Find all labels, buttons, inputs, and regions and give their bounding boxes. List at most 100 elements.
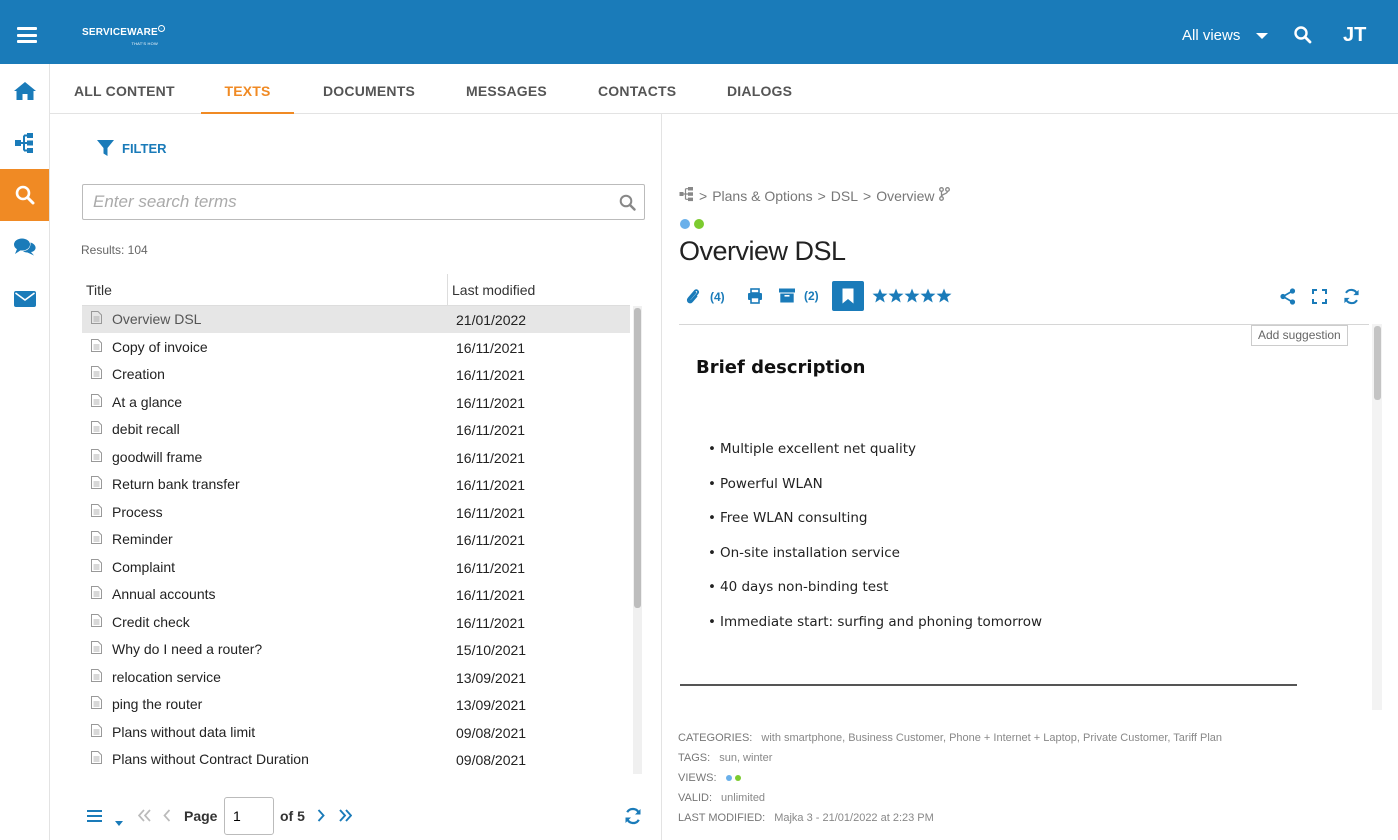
meta-key: VIEWS: xyxy=(678,772,717,784)
refresh-icon[interactable] xyxy=(1343,288,1360,305)
breadcrumb-item[interactable]: Plans & Options xyxy=(712,188,812,204)
search-submit-icon[interactable] xyxy=(619,194,636,216)
table-row[interactable]: ping the router 13/09/2021 xyxy=(82,691,630,718)
row-title: Why do I need a router? xyxy=(112,641,263,657)
logo[interactable]: SERVICEWARE THAT'S HOW · xyxy=(82,25,165,49)
menu-icon[interactable] xyxy=(17,27,37,43)
row-title: debit recall xyxy=(112,421,180,437)
tab-messages[interactable]: MESSAGES xyxy=(466,64,547,114)
table-row[interactable]: Credit check 16/11/2021 xyxy=(82,609,630,636)
row-date: 16/11/2021 xyxy=(456,504,526,521)
star-icon[interactable] xyxy=(888,288,904,303)
archive-button[interactable]: (2) xyxy=(779,288,819,303)
branch-icon[interactable] xyxy=(938,187,950,204)
previous-page-icon[interactable] xyxy=(163,809,171,825)
results-count: Results: 104 xyxy=(81,243,148,257)
tab-documents[interactable]: DOCUMENTS xyxy=(323,64,415,114)
document-metadata: CATEGORIES: with smartphone, Business Cu… xyxy=(678,728,1222,828)
views-selector[interactable]: All views xyxy=(1182,27,1240,44)
paperclip-icon xyxy=(686,289,699,304)
content-scrollbar[interactable] xyxy=(1372,324,1382,710)
table-row[interactable]: Creation 16/11/2021 xyxy=(82,361,630,388)
tab-contacts[interactable]: CONTACTS xyxy=(598,64,676,114)
row-title: Reminder xyxy=(112,531,173,547)
next-page-icon[interactable] xyxy=(317,809,325,825)
star-icon[interactable] xyxy=(936,288,952,303)
view-indicators xyxy=(680,219,708,229)
row-date: 16/11/2021 xyxy=(456,339,526,356)
first-page-icon[interactable] xyxy=(137,809,152,825)
view-dot xyxy=(680,219,690,229)
search-input[interactable] xyxy=(93,191,613,213)
table-row[interactable]: Return bank transfer 16/11/2021 xyxy=(82,471,630,498)
star-icon[interactable] xyxy=(920,288,936,303)
table-row[interactable]: Annual accounts 16/11/2021 xyxy=(82,581,630,608)
column-header-last-modified[interactable]: Last modified xyxy=(447,274,535,306)
nav-home[interactable] xyxy=(0,65,49,117)
breadcrumb-item[interactable]: Overview xyxy=(876,188,934,204)
list-item: Powerful WLAN xyxy=(708,476,1042,511)
search-field xyxy=(82,184,645,220)
table-row[interactable]: Reminder 16/11/2021 xyxy=(82,526,630,553)
table-row[interactable]: debit recall 16/11/2021 xyxy=(82,416,630,443)
fullscreen-icon[interactable] xyxy=(1312,289,1327,304)
nav-search[interactable] xyxy=(0,169,49,221)
breadcrumb-separator: > xyxy=(817,187,826,204)
row-date: 16/11/2021 xyxy=(456,367,526,383)
row-date: 16/11/2021 xyxy=(456,449,526,466)
document-icon xyxy=(91,613,102,630)
add-suggestion-button[interactable]: Add suggestion xyxy=(1251,325,1348,346)
chevron-down-icon[interactable] xyxy=(1256,33,1268,39)
row-title: goodwill frame xyxy=(112,448,203,465)
scrollbar-thumb[interactable] xyxy=(1374,326,1381,400)
column-header-title[interactable]: Title xyxy=(86,282,112,298)
archive-count: (2) xyxy=(804,288,819,303)
star-icon[interactable] xyxy=(872,288,888,303)
table-row[interactable]: Overview DSL 21/01/2022 xyxy=(82,306,630,333)
tab-texts[interactable]: TEXTS xyxy=(201,64,294,114)
document-icon xyxy=(91,393,102,410)
row-date: 15/10/2021 xyxy=(456,642,527,658)
row-date: 16/11/2021 xyxy=(456,614,526,631)
table-row[interactable]: relocation service 13/09/2021 xyxy=(82,664,630,691)
page-number-input[interactable] xyxy=(224,797,274,835)
nav-structure[interactable] xyxy=(0,117,49,169)
table-row[interactable]: Complaint 16/11/2021 xyxy=(82,554,630,581)
table-row[interactable]: At a glance 16/11/2021 xyxy=(82,389,630,416)
user-avatar[interactable]: JT xyxy=(1343,24,1366,47)
print-icon[interactable] xyxy=(747,288,763,304)
bookmark-button[interactable] xyxy=(832,281,864,311)
scrollbar-thumb[interactable] xyxy=(634,308,641,608)
tab-dialogs[interactable]: DIALOGS xyxy=(727,64,792,114)
pane-divider[interactable] xyxy=(661,114,662,840)
structure-icon[interactable] xyxy=(679,186,694,205)
row-date: 09/08/2021 xyxy=(456,752,527,768)
refresh-icon[interactable] xyxy=(624,807,642,828)
table-row[interactable]: goodwill frame 16/11/2021 xyxy=(82,444,630,471)
nav-mail[interactable] xyxy=(0,273,49,325)
row-date: 13/09/2021 xyxy=(456,697,527,713)
table-row[interactable]: Copy of invoice 16/11/2021 xyxy=(82,334,630,361)
star-icon[interactable] xyxy=(904,288,920,303)
nav-messages[interactable] xyxy=(0,221,49,273)
chevron-down-icon[interactable] xyxy=(115,813,123,829)
share-icon[interactable] xyxy=(1280,288,1296,305)
table-scrollbar[interactable] xyxy=(633,306,642,774)
table-row[interactable]: Plans without Contract Duration 09/08/202… xyxy=(82,746,630,773)
list-view-icon[interactable] xyxy=(87,809,103,826)
attachments-button[interactable]: (4) xyxy=(686,288,725,305)
table-row[interactable]: Process 16/11/2021 xyxy=(82,499,630,526)
meta-key: VALID: xyxy=(678,792,713,804)
search-icon[interactable] xyxy=(1294,26,1312,49)
filter-button[interactable]: FILTER xyxy=(97,140,167,157)
content-tabs: ALL CONTENT TEXTS DOCUMENTS MESSAGES CON… xyxy=(50,64,1398,114)
bookmark-icon xyxy=(842,288,854,304)
tab-all-content[interactable]: ALL CONTENT xyxy=(74,64,175,114)
breadcrumb-item[interactable]: DSL xyxy=(831,188,858,204)
filter-icon xyxy=(97,140,114,156)
last-page-icon[interactable] xyxy=(338,809,353,825)
table-row[interactable]: Why do I need a router? 15/10/2021 xyxy=(82,636,630,663)
rating-stars[interactable] xyxy=(872,288,952,303)
table-row[interactable]: Plans without data limit 09/08/2021 xyxy=(82,719,630,746)
meta-tags: TAGS: sun, winter xyxy=(678,748,1222,768)
